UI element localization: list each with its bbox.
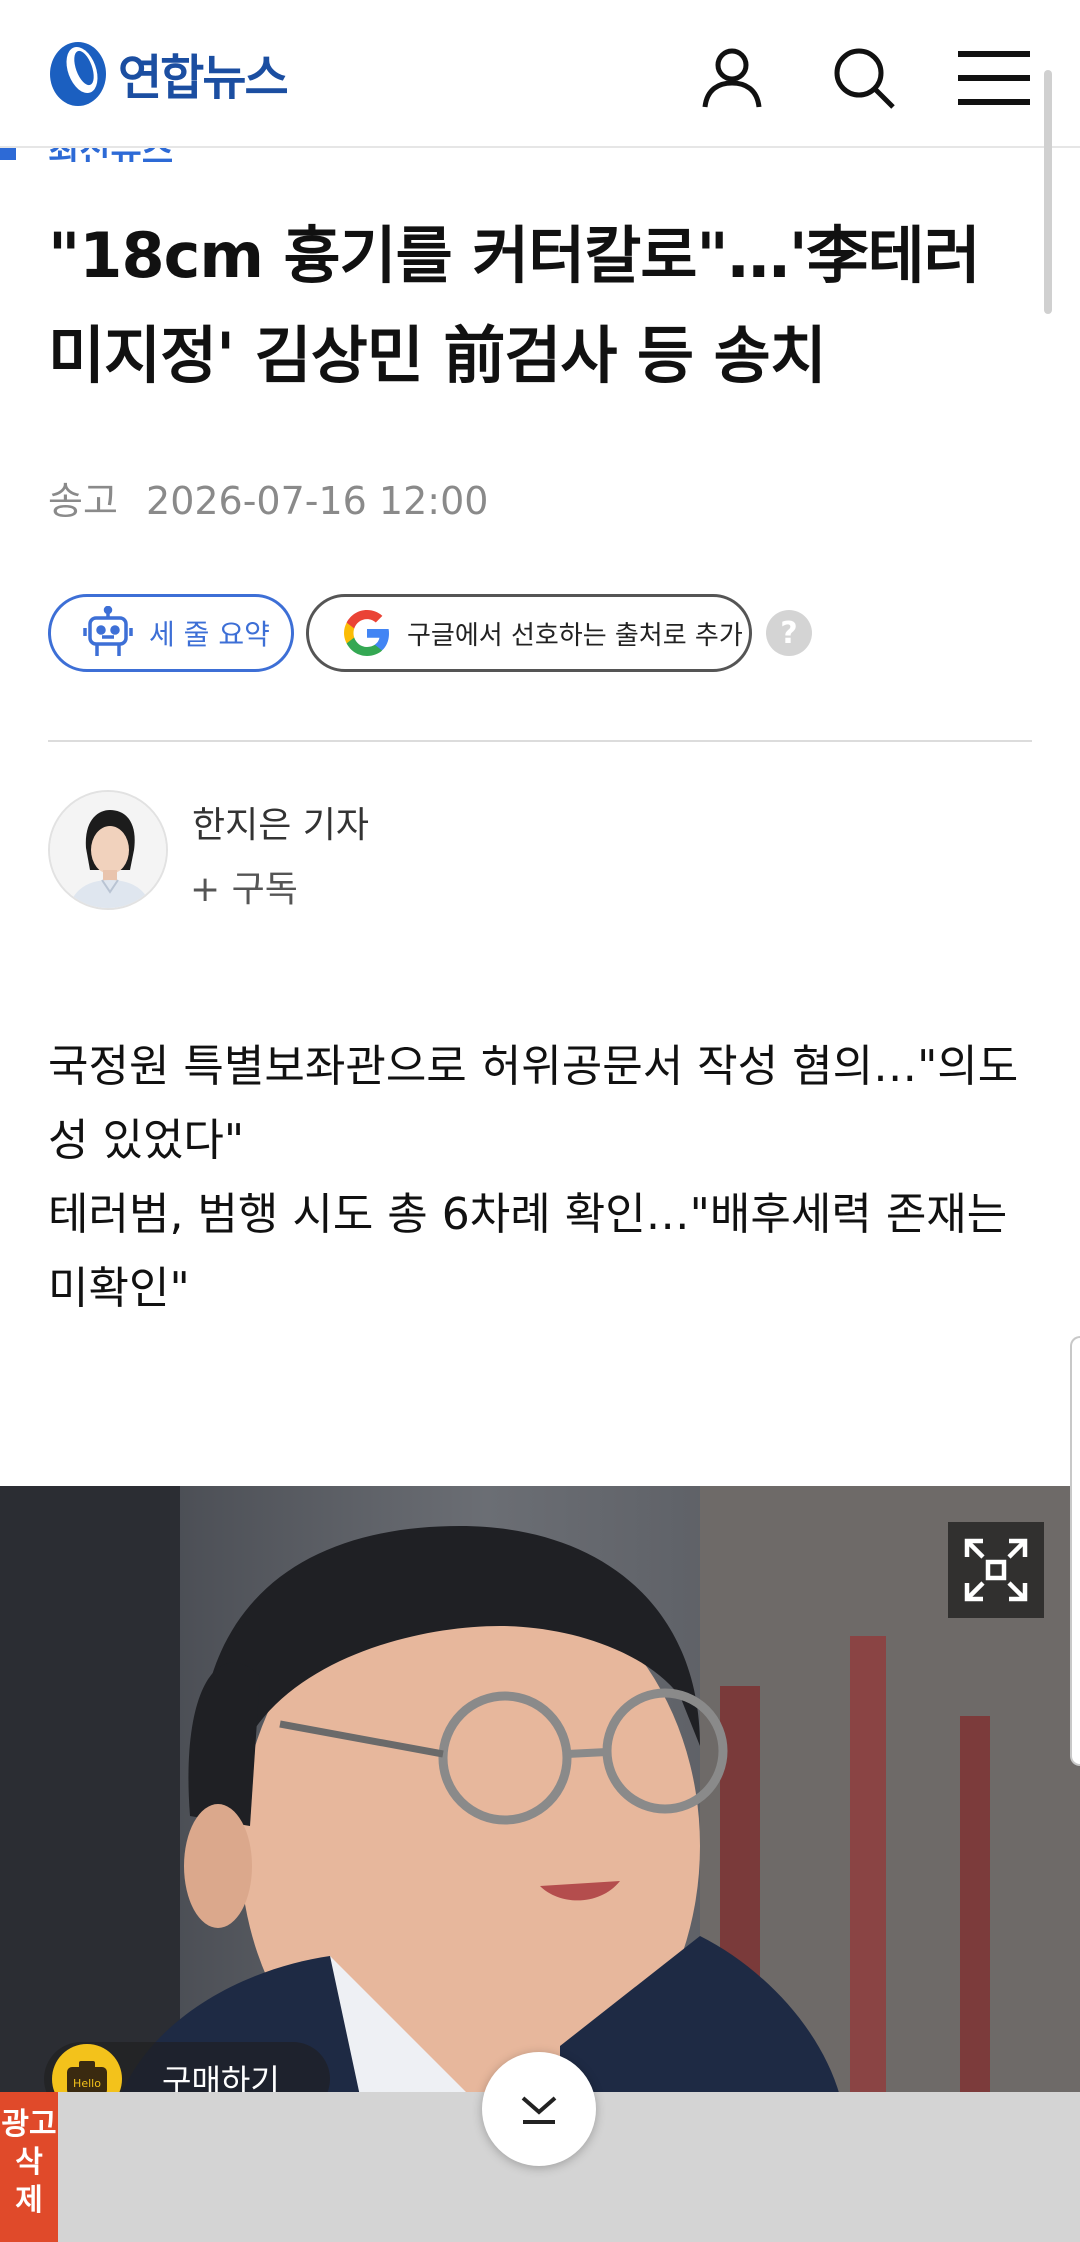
expand-icon[interactable] bbox=[948, 1522, 1044, 1618]
summary-line-2: 테러범, 범행 시도 총 6차례 확인…"배후세력 존재는 미확인" bbox=[48, 1189, 1008, 1314]
site-logo[interactable]: 연합뉴스 bbox=[48, 38, 289, 108]
article-title: "18cm 흉기를 커터칼로"…'李테러 미지정' 김상민 前검사 등 송치 bbox=[48, 219, 981, 392]
camera-badge-text: Hello bbox=[73, 2077, 101, 2090]
category-label[interactable]: 최신뉴스 bbox=[0, 146, 1080, 162]
remove-ad-label-2: 삭 bbox=[15, 2145, 43, 2180]
photo-image bbox=[0, 1486, 1080, 2096]
help-icon[interactable]: ? bbox=[766, 610, 812, 656]
publish-date: 송고 2026-07-16 12:00 bbox=[48, 470, 488, 525]
page-scrollbar[interactable] bbox=[1044, 70, 1052, 314]
category-marker bbox=[0, 146, 16, 160]
google-preferred-source-button[interactable]: 구글에서 선호하는 출처로 추가 bbox=[306, 594, 752, 672]
summary-line-1: 국정원 특별보좌관으로 허위공문서 작성 혐의…"의도성 있었다" bbox=[48, 1041, 1019, 1166]
menu-icon[interactable] bbox=[956, 40, 1032, 116]
logo-text: 연합뉴스 bbox=[118, 50, 289, 106]
subscribe-button[interactable]: + 구독 bbox=[190, 860, 298, 912]
search-icon[interactable] bbox=[826, 40, 902, 116]
date-value: 2026-07-16 12:00 bbox=[146, 479, 489, 523]
logo-mark-icon bbox=[50, 42, 106, 106]
date-label: 송고 bbox=[48, 479, 118, 523]
user-icon[interactable] bbox=[694, 40, 770, 116]
remove-ad-label-1: 광고 bbox=[1, 2107, 57, 2142]
google-button-label: 구글에서 선호하는 출처로 추가 bbox=[407, 620, 743, 651]
three-line-summary-button[interactable]: 세 줄 요약 bbox=[48, 594, 294, 672]
google-icon bbox=[344, 610, 389, 656]
collapse-ad-button[interactable] bbox=[482, 2052, 596, 2166]
chevron-down-icon bbox=[521, 2096, 557, 2124]
summary-button-label: 세 줄 요약 bbox=[149, 618, 270, 651]
remove-ad-button[interactable]: 광고 삭 제 bbox=[0, 2092, 58, 2242]
remove-ad-label-3: 제 bbox=[15, 2183, 43, 2218]
side-edge-handle[interactable] bbox=[1070, 1336, 1080, 1766]
reporter-name[interactable]: 한지은 기자 bbox=[192, 796, 369, 848]
article-summary: 국정원 특별보좌관으로 허위공문서 작성 혐의…"의도성 있었다" 테러범, 범… bbox=[48, 1030, 1038, 1326]
article-photo[interactable] bbox=[0, 1486, 1080, 2096]
section-divider bbox=[48, 740, 1032, 742]
reporter-avatar[interactable] bbox=[48, 790, 168, 910]
site-header: 연합뉴스 bbox=[0, 0, 1080, 148]
robot-icon bbox=[83, 606, 133, 656]
